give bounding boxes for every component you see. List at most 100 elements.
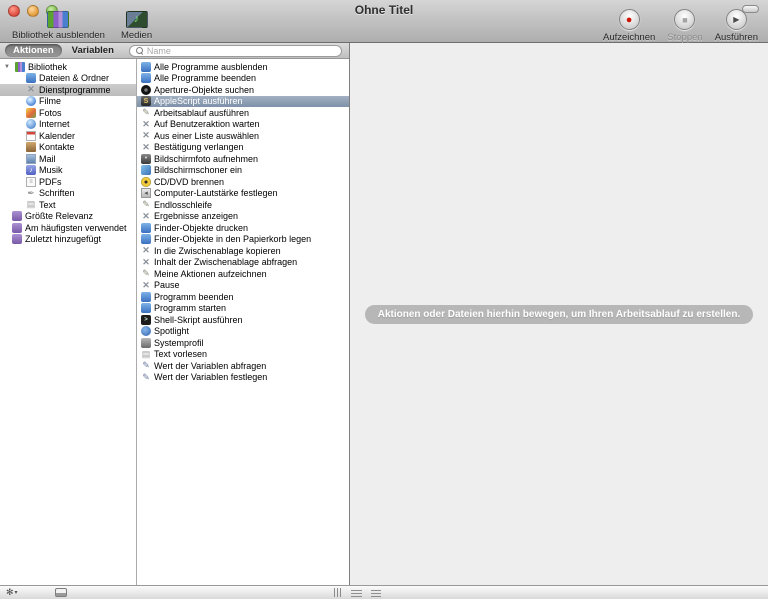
sidebar-item-label: Kontakte <box>39 142 75 152</box>
photos-icon <box>26 108 36 118</box>
workflow-pen-icon: ✎ <box>141 200 151 210</box>
sidebar-item-label: Zuletzt hinzugefügt <box>25 234 101 244</box>
library-books-icon <box>47 11 69 28</box>
action-item[interactable]: ◂ Computer-Lautstärke festlegen <box>137 188 349 200</box>
gear-menu-button[interactable]: ✻▾ <box>6 588 18 597</box>
action-item[interactable]: Finder-Objekte drucken <box>137 222 349 234</box>
library-sidebar: ▼ Bibliothek Dateien & Ordner <box>0 59 137 585</box>
sidebar-item[interactable]: Internet <box>0 119 136 131</box>
action-item-label: Wert der Variablen abfragen <box>154 361 266 371</box>
action-item[interactable]: ✕ Bestätigung verlangen <box>137 142 349 154</box>
action-item[interactable]: CD/DVD brennen <box>137 176 349 188</box>
sidebar-item[interactable]: Mail <box>0 153 136 165</box>
action-item[interactable]: Spotlight <box>137 326 349 338</box>
music-icon: ♪ <box>26 165 36 175</box>
action-item[interactable]: ✕ Ergebnisse anzeigen <box>137 211 349 223</box>
sidebar-item[interactable]: Kalender <box>0 130 136 142</box>
finder-icon <box>141 223 151 233</box>
action-item[interactable]: ✎ Meine Aktionen aufzeichnen <box>137 268 349 280</box>
utilities-icon: ✕ <box>141 142 151 152</box>
fonts-icon: ✒ <box>26 188 36 198</box>
text-icon: ▤ <box>26 200 36 210</box>
action-item[interactable]: ✕ Auf Benutzeraktion warten <box>137 119 349 131</box>
variable-pen-icon: ✎ <box>141 361 151 371</box>
burn-icon <box>141 177 151 187</box>
sidebar-item[interactable]: Fotos <box>0 107 136 119</box>
action-item[interactable]: ✕ Aus einer Liste auswählen <box>137 130 349 142</box>
disclosure-triangle-icon[interactable]: ▼ <box>4 64 12 70</box>
finder-icon <box>141 62 151 72</box>
sidebar-item[interactable]: Kontakte <box>0 142 136 154</box>
sidebar-item[interactable]: Filme <box>0 96 136 108</box>
action-item[interactable]: ✕ Pause <box>137 280 349 292</box>
sidebar-item[interactable]: Größte Relevanz <box>0 211 136 223</box>
library-toggle-button[interactable]: Bibliothek ausblenden <box>12 11 105 41</box>
variable-pen-icon: ✎ <box>141 372 151 382</box>
sidebar-item[interactable]: Dateien & Ordner <box>0 73 136 85</box>
action-item[interactable]: • Bildschirmfoto aufnehmen <box>137 153 349 165</box>
media-browser-button[interactable] <box>55 588 67 597</box>
sidebar-item-label: PDFs <box>39 177 62 187</box>
chevron-down-icon: ▾ <box>15 589 18 596</box>
sidebar-item-label: Musik <box>39 165 63 175</box>
gear-icon: ✻ <box>6 588 14 597</box>
sidebar-item[interactable]: ♪ Musik <box>0 165 136 177</box>
finder-icon <box>26 73 36 83</box>
action-item[interactable]: ▤ Text vorlesen <box>137 349 349 361</box>
action-item[interactable]: ✎ Endlosschleife <box>137 199 349 211</box>
mail-icon <box>26 154 36 164</box>
sidebar-item-label: Fotos <box>39 108 62 118</box>
action-item[interactable]: Alle Programme ausblenden <box>137 61 349 73</box>
action-item[interactable]: Aperture-Objekte suchen <box>137 84 349 96</box>
action-item[interactable]: ✎ Wert der Variablen festlegen <box>137 372 349 384</box>
sidebar-item[interactable]: ≡ PDFs <box>0 176 136 188</box>
toolbar-left-group: Bibliothek ausblenden ♪ Medien <box>12 11 152 41</box>
compact-view-icon[interactable] <box>371 589 381 597</box>
action-item[interactable]: Bildschirmschoner ein <box>137 165 349 177</box>
status-bar: ✻▾ <box>0 585 768 599</box>
action-item-label: Computer-Lautstärke festlegen <box>154 188 278 198</box>
toolbar-button[interactable]: ▶ Ausführen <box>715 9 758 43</box>
library-books-icon <box>15 62 25 72</box>
search-input[interactable] <box>147 46 335 56</box>
workflow-canvas[interactable]: Aktionen oder Dateien hierhin bewegen, u… <box>350 43 768 585</box>
action-item[interactable]: Finder-Objekte in den Papierkorb legen <box>137 234 349 246</box>
drag-handle-icon[interactable] <box>334 588 342 597</box>
filter-segment[interactable]: Variablen <box>64 44 122 57</box>
list-view-icon[interactable] <box>351 589 362 597</box>
action-item[interactable]: ✎ Arbeitsablauf ausführen <box>137 107 349 119</box>
text-icon: ▤ <box>141 349 151 359</box>
sidebar-item-label: Schriften <box>39 188 75 198</box>
action-item[interactable]: S AppleScript ausführen <box>137 96 349 108</box>
utilities-icon: ✕ <box>141 246 151 256</box>
sidebar-item[interactable]: ✕ Dienstprogramme <box>0 84 136 96</box>
sidebar-item[interactable]: ✒ Schriften <box>0 188 136 200</box>
action-item[interactable]: > Shell-Skript ausführen <box>137 314 349 326</box>
sidebar-item[interactable]: ▤ Text <box>0 199 136 211</box>
finder-icon <box>141 292 151 302</box>
filter-segment[interactable]: Aktionen <box>5 44 62 57</box>
sidebar-item[interactable]: ▼ Bibliothek <box>0 61 136 73</box>
camera-icon: • <box>141 154 151 164</box>
title-bar: Ohne Titel Bibliothek ausblenden ♪ Medie… <box>0 0 768 43</box>
screensaver-icon <box>141 165 151 175</box>
sidebar-item[interactable]: Am häufigsten verwendet <box>0 222 136 234</box>
action-item[interactable]: ✕ Inhalt der Zwischenablage abfragen <box>137 257 349 269</box>
action-item[interactable]: Programm starten <box>137 303 349 315</box>
action-item-label: Alle Programme beenden <box>154 73 256 83</box>
search-field[interactable] <box>129 45 342 57</box>
action-item[interactable]: Systemprofil <box>137 337 349 349</box>
action-item[interactable]: ✎ Wert der Variablen abfragen <box>137 360 349 372</box>
media-button[interactable]: ♪ Medien <box>121 11 152 41</box>
action-item[interactable]: Alle Programme beenden <box>137 73 349 85</box>
sidebar-item-label: Größte Relevanz <box>25 211 93 221</box>
spotlight-icon <box>141 326 151 336</box>
sidebar-item-label: Filme <box>39 96 61 106</box>
finder-icon <box>141 234 151 244</box>
action-item[interactable]: Programm beenden <box>137 291 349 303</box>
sidebar-item[interactable]: Zuletzt hinzugefügt <box>0 234 136 246</box>
action-item[interactable]: ✕ In die Zwischenablage kopieren <box>137 245 349 257</box>
toolbar-button[interactable]: ● Aufzeichnen <box>603 9 655 43</box>
toolbar-button[interactable]: ■ Stoppen <box>667 9 702 43</box>
action-item-label: Finder-Objekte drucken <box>154 223 248 233</box>
